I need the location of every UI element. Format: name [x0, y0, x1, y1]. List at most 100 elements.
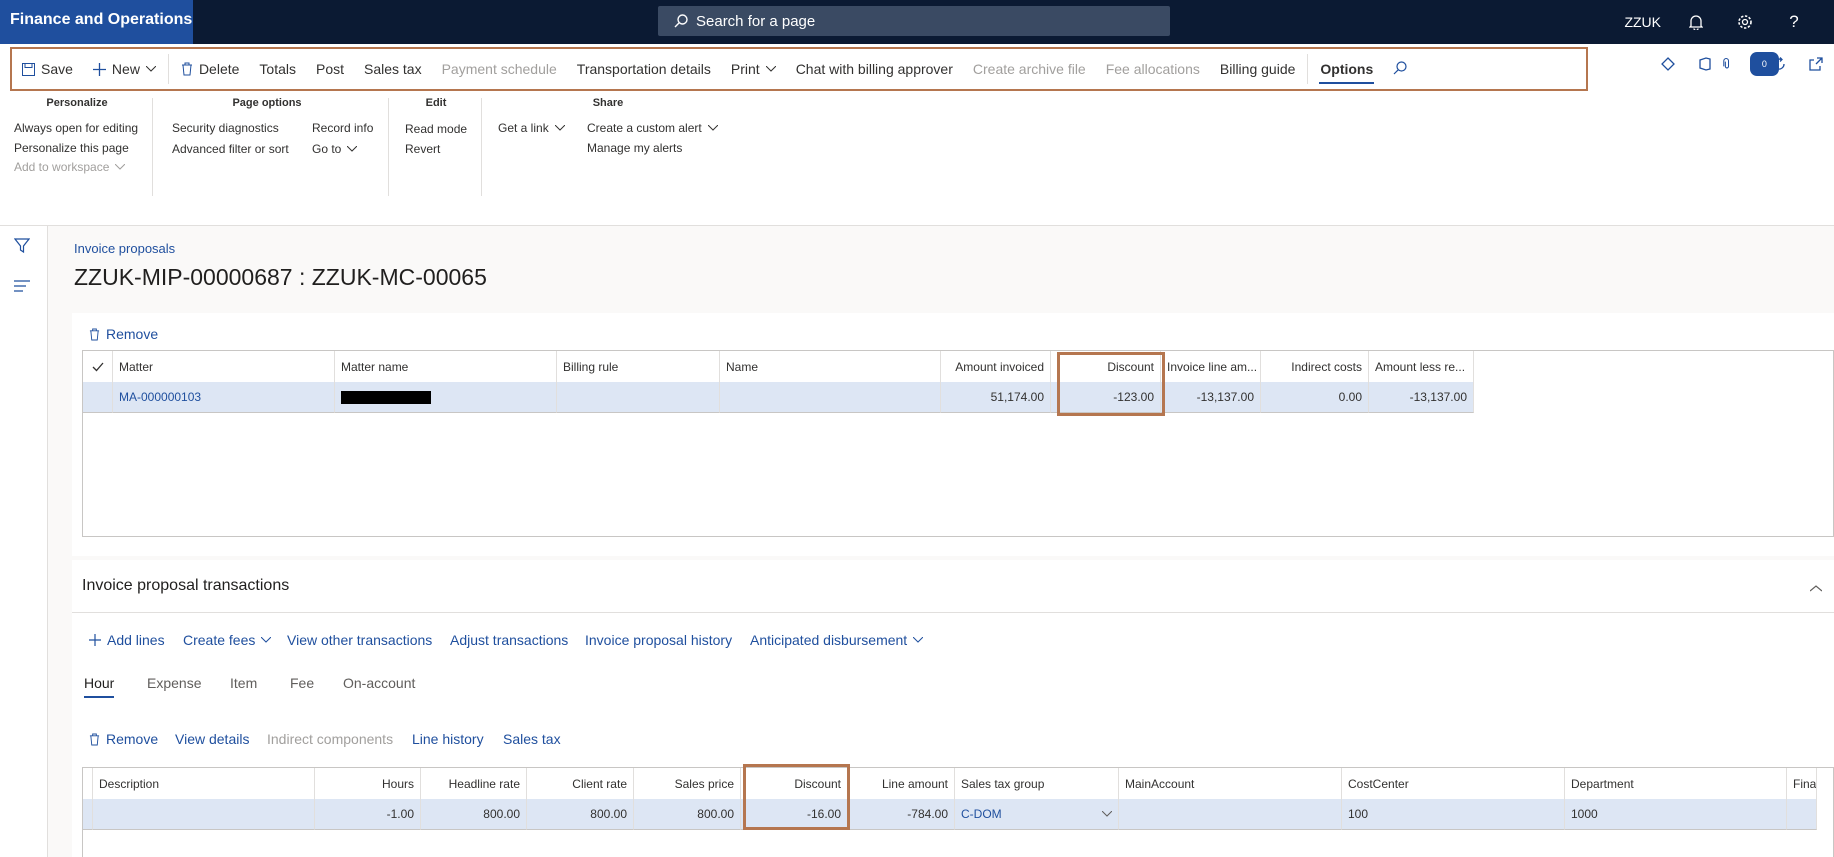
col-matter-name[interactable]: Matter name [335, 351, 557, 382]
amount-invoiced-cell[interactable]: 51,174.00 [941, 382, 1051, 413]
invoice-proposal-history-button[interactable]: Invoice proposal history [585, 632, 732, 648]
breadcrumb[interactable]: Invoice proposals [74, 241, 175, 256]
remove-transaction-button[interactable]: Remove [89, 731, 158, 747]
sales-tax-group-select[interactable]: C-DOM [955, 799, 1119, 830]
record-info[interactable]: Record info [312, 121, 373, 135]
col-billing-rule[interactable]: Billing rule [557, 351, 720, 382]
get-a-link[interactable]: Get a link [498, 121, 565, 135]
row-selector-header[interactable] [83, 768, 93, 799]
indirect-costs-cell[interactable]: 0.00 [1261, 382, 1369, 413]
company-selector[interactable]: ZZUK [1624, 14, 1661, 30]
col-amount-invoiced[interactable]: Amount invoiced [941, 351, 1051, 382]
totals-button[interactable]: Totals [249, 49, 306, 89]
col-headline-rate[interactable]: Headline rate [421, 768, 527, 799]
row-selector[interactable] [83, 799, 93, 830]
description-cell[interactable] [93, 799, 315, 830]
department-cell[interactable]: 1000 [1565, 799, 1787, 830]
gear-icon[interactable] [1736, 13, 1754, 31]
col-sales-tax-group[interactable]: Sales tax group [955, 768, 1119, 799]
chat-with-billing-approver-button[interactable]: Chat with billing approver [786, 49, 963, 89]
col-invoice-line-amount[interactable]: Invoice line am... [1161, 351, 1261, 382]
col-amount-less[interactable]: Amount less re... [1369, 351, 1474, 382]
col-hours[interactable]: Hours [315, 768, 421, 799]
always-open-for-editing[interactable]: Always open for editing [14, 121, 138, 135]
col-financial[interactable]: Finar [1787, 768, 1817, 799]
payment-schedule-button[interactable]: Payment schedule [432, 49, 567, 89]
sales-tax-link-button[interactable]: Sales tax [503, 731, 561, 747]
col-name[interactable]: Name [720, 351, 941, 382]
headline-rate-cell[interactable]: 800.00 [421, 799, 527, 830]
select-all-checkbox[interactable] [83, 351, 113, 382]
table-row[interactable]: -1.00 800.00 800.00 800.00 -16.00 -784.0… [83, 799, 1817, 830]
search-box[interactable]: Search for a page [658, 6, 1170, 36]
manage-my-alerts[interactable]: Manage my alerts [587, 141, 682, 155]
col-sales-price[interactable]: Sales price [634, 768, 741, 799]
action-search-button[interactable] [1383, 49, 1417, 89]
diamond-icon[interactable] [1649, 52, 1686, 76]
name-cell[interactable] [720, 382, 941, 413]
new-button[interactable]: New [83, 49, 166, 89]
attachment-icon[interactable]: 0 [1723, 52, 1779, 76]
fee-allocations-button[interactable]: Fee allocations [1096, 49, 1210, 89]
list-icon[interactable] [14, 280, 30, 292]
hours-cell[interactable]: -1.00 [315, 799, 421, 830]
tab-expense[interactable]: Expense [147, 675, 201, 691]
office-icon[interactable] [1686, 52, 1723, 76]
financial-cell[interactable] [1787, 799, 1817, 830]
open-new-window-icon[interactable] [1797, 52, 1834, 76]
col-client-rate[interactable]: Client rate [527, 768, 634, 799]
personalize-this-page[interactable]: Personalize this page [14, 141, 129, 155]
sales-tax-button[interactable]: Sales tax [354, 49, 432, 89]
create-archive-file-button[interactable]: Create archive file [963, 49, 1096, 89]
post-button[interactable]: Post [306, 49, 354, 89]
chevron-up-icon[interactable] [1809, 580, 1823, 595]
delete-button[interactable]: Delete [171, 49, 249, 89]
sales-price-cell[interactable]: 800.00 [634, 799, 741, 830]
table-row[interactable]: MA-000000103 51,174.00 -123.00 -13,137.0… [83, 382, 1474, 413]
add-to-workspace[interactable]: Add to workspace [14, 160, 126, 174]
line-amount-cell[interactable]: -784.00 [848, 799, 955, 830]
revert[interactable]: Revert [405, 142, 440, 156]
go-to[interactable]: Go to [312, 142, 358, 156]
col-main-account[interactable]: MainAccount [1119, 768, 1342, 799]
save-button[interactable]: Save [12, 49, 83, 89]
client-rate-cell[interactable]: 800.00 [527, 799, 634, 830]
line-history-button[interactable]: Line history [412, 731, 484, 747]
amount-less-cell[interactable]: -13,137.00 [1369, 382, 1474, 413]
col-line-amount[interactable]: Line amount [848, 768, 955, 799]
col-department[interactable]: Department [1565, 768, 1787, 799]
help-icon[interactable]: ? [1785, 12, 1803, 31]
billing-guide-button[interactable]: Billing guide [1210, 49, 1306, 89]
bell-icon[interactable] [1687, 13, 1705, 31]
billing-rule-cell[interactable] [557, 382, 720, 413]
matter-name-cell[interactable] [335, 382, 557, 413]
app-title[interactable]: Finance and Operations [0, 0, 193, 44]
matter-link[interactable]: MA-000000103 [113, 382, 335, 413]
tab-item[interactable]: Item [230, 675, 257, 691]
advanced-filter-or-sort[interactable]: Advanced filter or sort [172, 142, 289, 156]
adjust-transactions-button[interactable]: Adjust transactions [450, 632, 568, 648]
col-cost-center[interactable]: CostCenter [1342, 768, 1565, 799]
refresh-icon[interactable] [1760, 52, 1797, 76]
view-other-transactions-button[interactable]: View other transactions [287, 632, 432, 648]
cost-center-cell[interactable]: 100 [1342, 799, 1565, 830]
security-diagnostics[interactable]: Security diagnostics [172, 121, 279, 135]
print-button[interactable]: Print [721, 49, 786, 89]
tab-hour[interactable]: Hour [84, 675, 115, 698]
invoice-line-amount-cell[interactable]: -13,137.00 [1161, 382, 1261, 413]
tab-fee[interactable]: Fee [290, 675, 314, 691]
tab-on-account[interactable]: On-account [343, 675, 415, 691]
anticipated-disbursement-button[interactable]: Anticipated disbursement [750, 632, 924, 648]
tab-options[interactable]: Options [1310, 49, 1383, 89]
create-fees-button[interactable]: Create fees [183, 632, 272, 648]
row-selector[interactable] [83, 382, 113, 413]
remove-line-button[interactable]: Remove [89, 326, 158, 342]
main-account-cell[interactable] [1119, 799, 1342, 830]
create-custom-alert[interactable]: Create a custom alert [587, 121, 718, 135]
indirect-components-button[interactable]: Indirect components [267, 731, 393, 747]
col-description[interactable]: Description [93, 768, 315, 799]
transportation-details-button[interactable]: Transportation details [567, 49, 721, 89]
section-title[interactable]: Invoice proposal transactions [82, 577, 289, 595]
read-mode[interactable]: Read mode [405, 122, 467, 136]
add-lines-button[interactable]: Add lines [89, 632, 165, 648]
